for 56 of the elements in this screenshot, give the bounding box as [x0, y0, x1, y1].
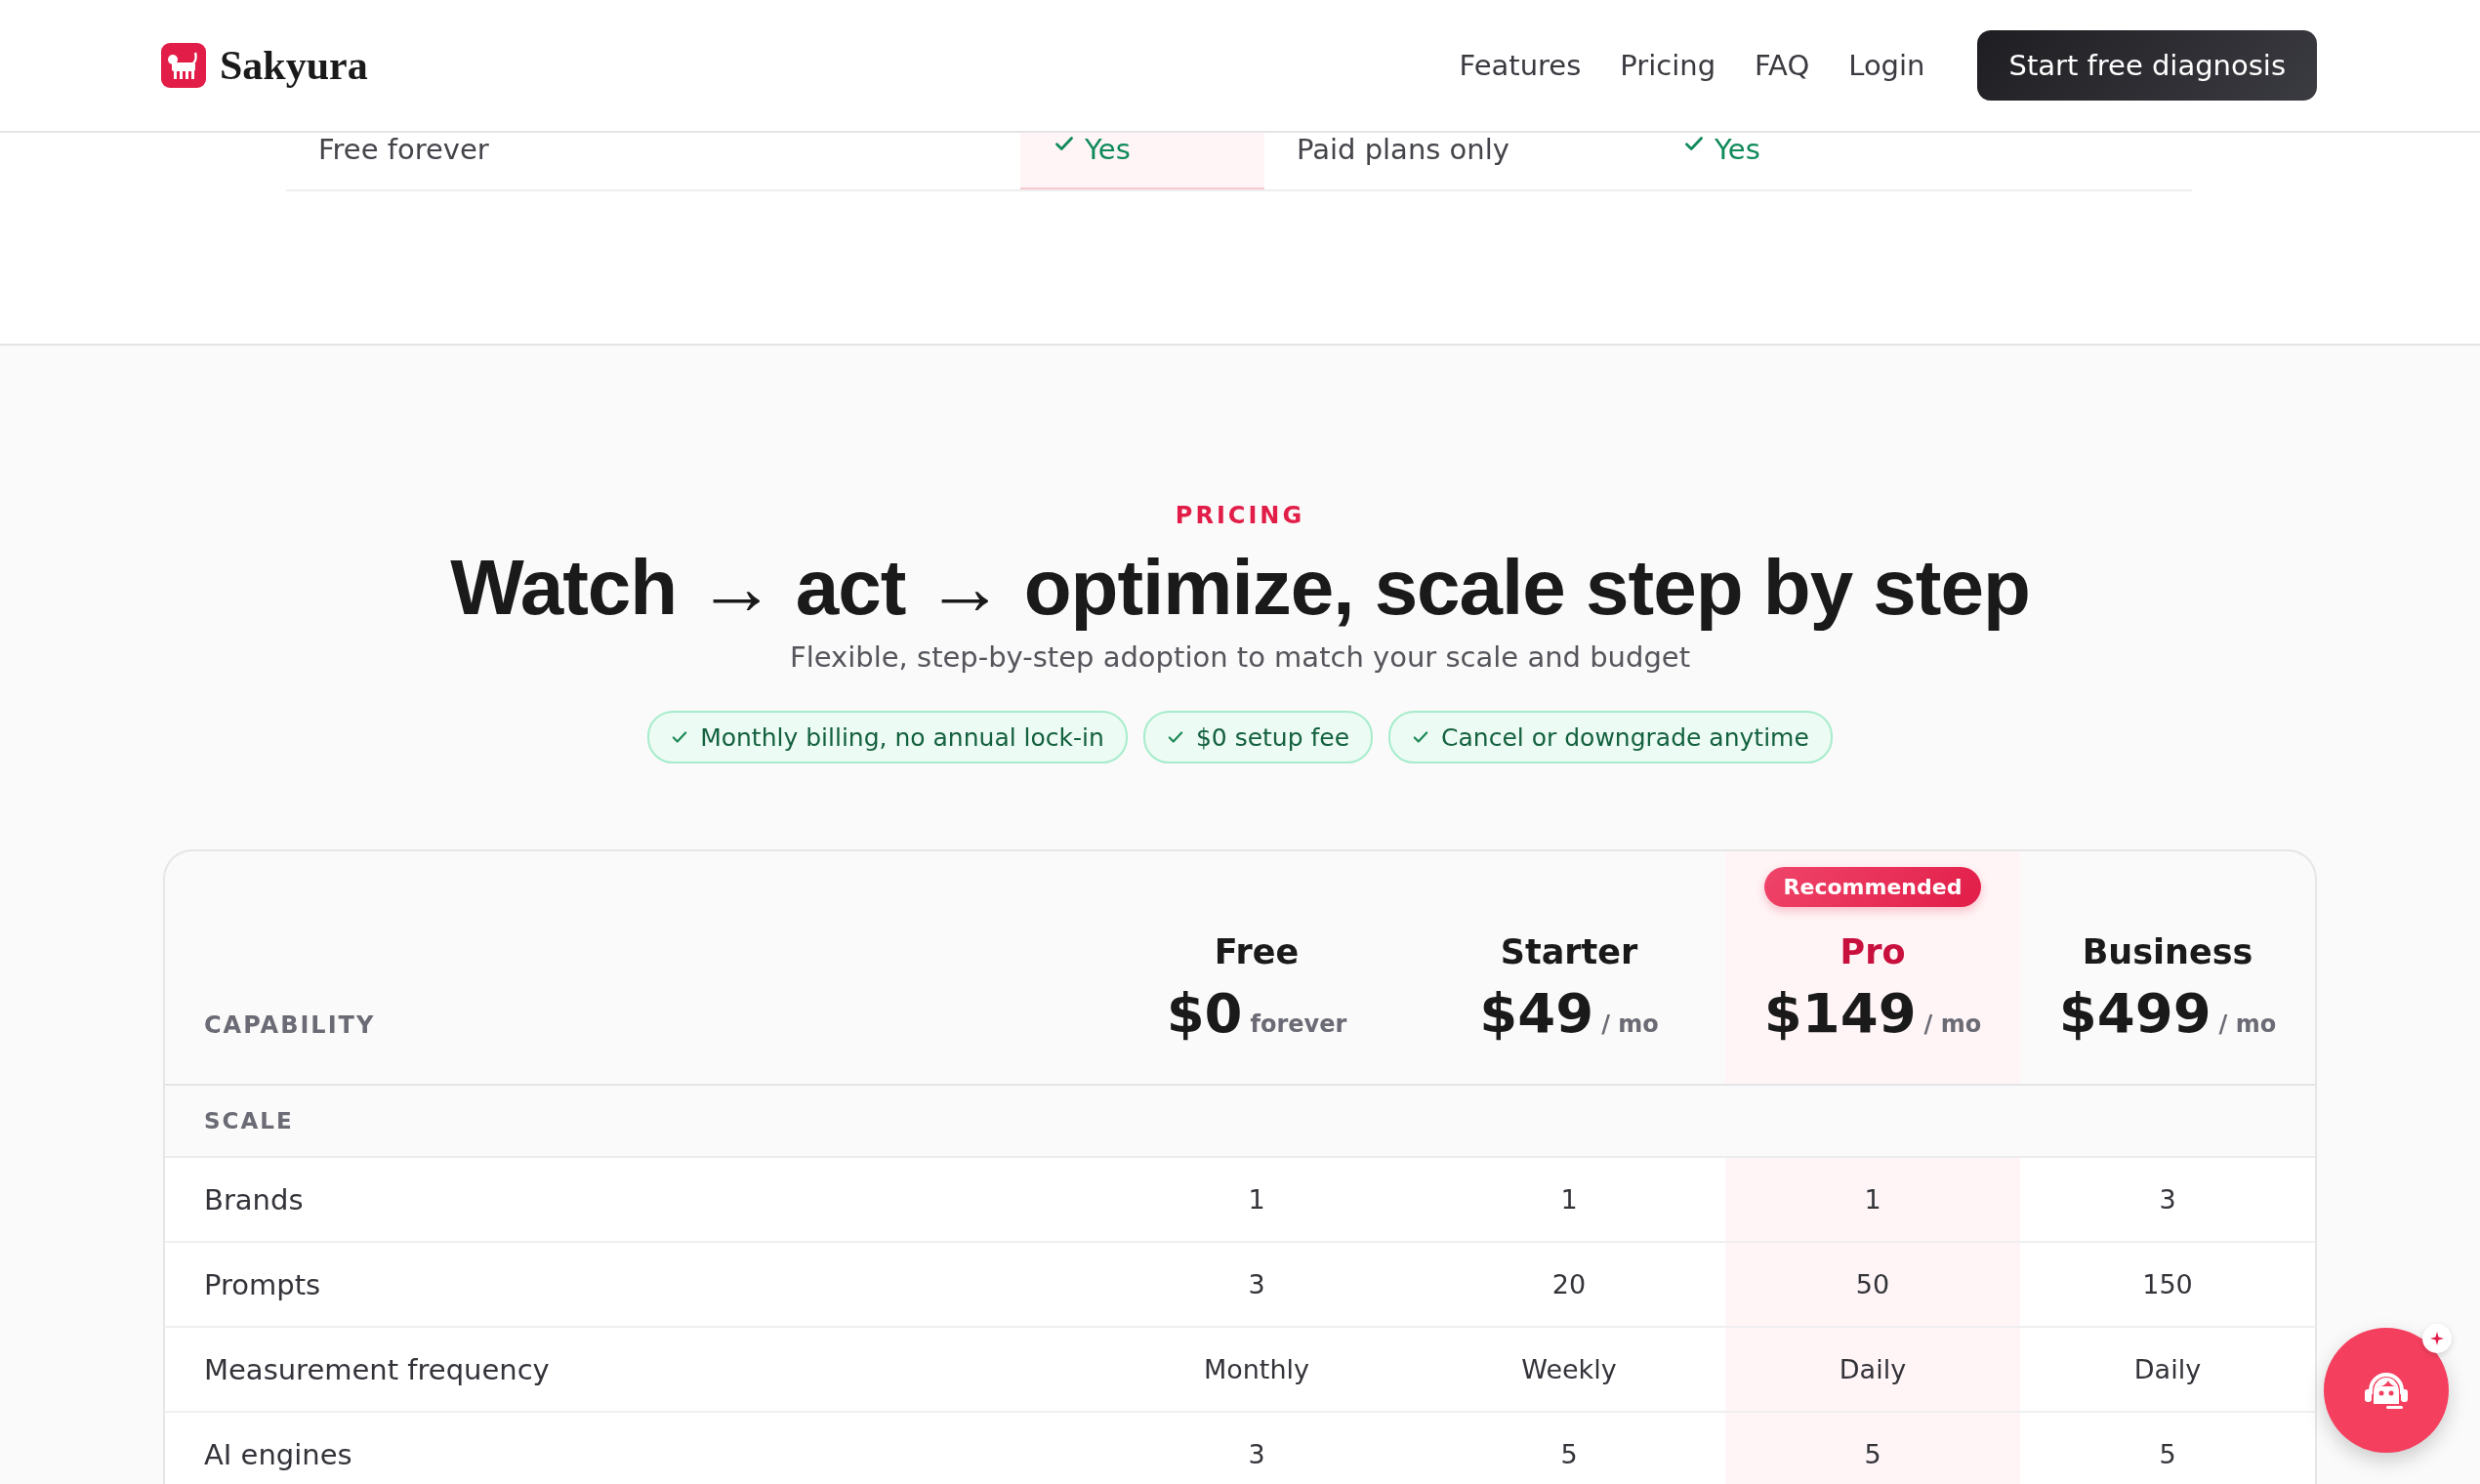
feature-chip: Monthly billing, no annual lock-in [647, 711, 1128, 763]
table-cell-text: Monthly [1202, 1353, 1311, 1386]
capability-label: AI engines [203, 1436, 353, 1473]
yes-label: Yes [1085, 133, 1131, 166]
yes-label: Yes [1715, 133, 1760, 166]
nav-link[interactable]: Pricing [1620, 49, 1716, 82]
feature-chip: Cancel or downgrade anytime [1388, 711, 1833, 763]
column-header: CAPABILITY [203, 1011, 377, 1041]
price-period: forever [1250, 1010, 1347, 1038]
table-cell: Daily [1725, 1328, 2020, 1411]
nav-link[interactable]: Login [1848, 49, 1925, 82]
table-cell-text: Daily [2132, 1353, 2203, 1386]
plan-price: $49 [1479, 981, 1594, 1045]
capability-label: Measurement frequency [203, 1351, 551, 1388]
capability-label: Prompts [203, 1266, 322, 1303]
plan-name: Pro [1839, 932, 1906, 971]
plan-price: $0 [1166, 981, 1243, 1045]
check-icon [1412, 728, 1430, 746]
section-subtitle: Flexible, step-by-step adoption to match your scale and budget [790, 640, 1690, 674]
comparison-cell-text: Free forever [317, 133, 490, 168]
price-period: / mo [1601, 1010, 1659, 1038]
table-cell-text: 5 [1559, 1438, 1579, 1471]
price-period: / mo [2218, 1010, 2277, 1038]
brand-name: Sakyura [220, 42, 368, 89]
table-cell-text: 1 [1559, 1183, 1579, 1216]
check-icon [671, 728, 689, 746]
dog-logo-icon [161, 43, 206, 88]
table-cell: 1 [1725, 1158, 2020, 1241]
price-period: / mo [1923, 1010, 1982, 1038]
table-cell-text: 5 [2158, 1438, 2177, 1471]
recommended-badge: Recommended [1763, 867, 1982, 907]
start-diagnosis-button[interactable]: Start free diagnosis [1977, 30, 2317, 101]
sparkle-icon [2422, 1324, 2452, 1353]
table-cell-text: 3 [1247, 1268, 1266, 1301]
table-cell-text: Weekly [1520, 1353, 1618, 1386]
table-cell-text: 3 [2158, 1183, 2177, 1216]
nav-link[interactable]: FAQ [1755, 49, 1810, 82]
plan-price: $499 [2058, 981, 2211, 1045]
table-cell-text: 1 [1247, 1183, 1266, 1216]
plan-name: Free [1214, 932, 1300, 971]
table-cell-text: 150 [2141, 1268, 2194, 1301]
table-cell-text: 3 [1247, 1438, 1266, 1471]
plan-name: Starter [1500, 932, 1638, 971]
feature-chip: $0 setup fee [1142, 711, 1374, 763]
support-chat-button[interactable] [2324, 1328, 2449, 1453]
plan-price: $149 [1763, 981, 1917, 1045]
section-eyebrow: PRICING [1175, 502, 1305, 529]
capability-label: Brands [203, 1181, 305, 1218]
check-icon [1166, 728, 1184, 746]
table-cell: 5 [1725, 1413, 2020, 1484]
plan-name: Business [2082, 932, 2253, 971]
section-heading: Watch → act → optimize, scale step by step [450, 543, 2030, 633]
table-cell-text: 20 [1550, 1268, 1588, 1301]
table-cell: 50 [1725, 1243, 2020, 1326]
comparison-cell-text: Paid plans only [1296, 133, 1510, 168]
nav-link[interactable]: Features [1459, 49, 1582, 82]
